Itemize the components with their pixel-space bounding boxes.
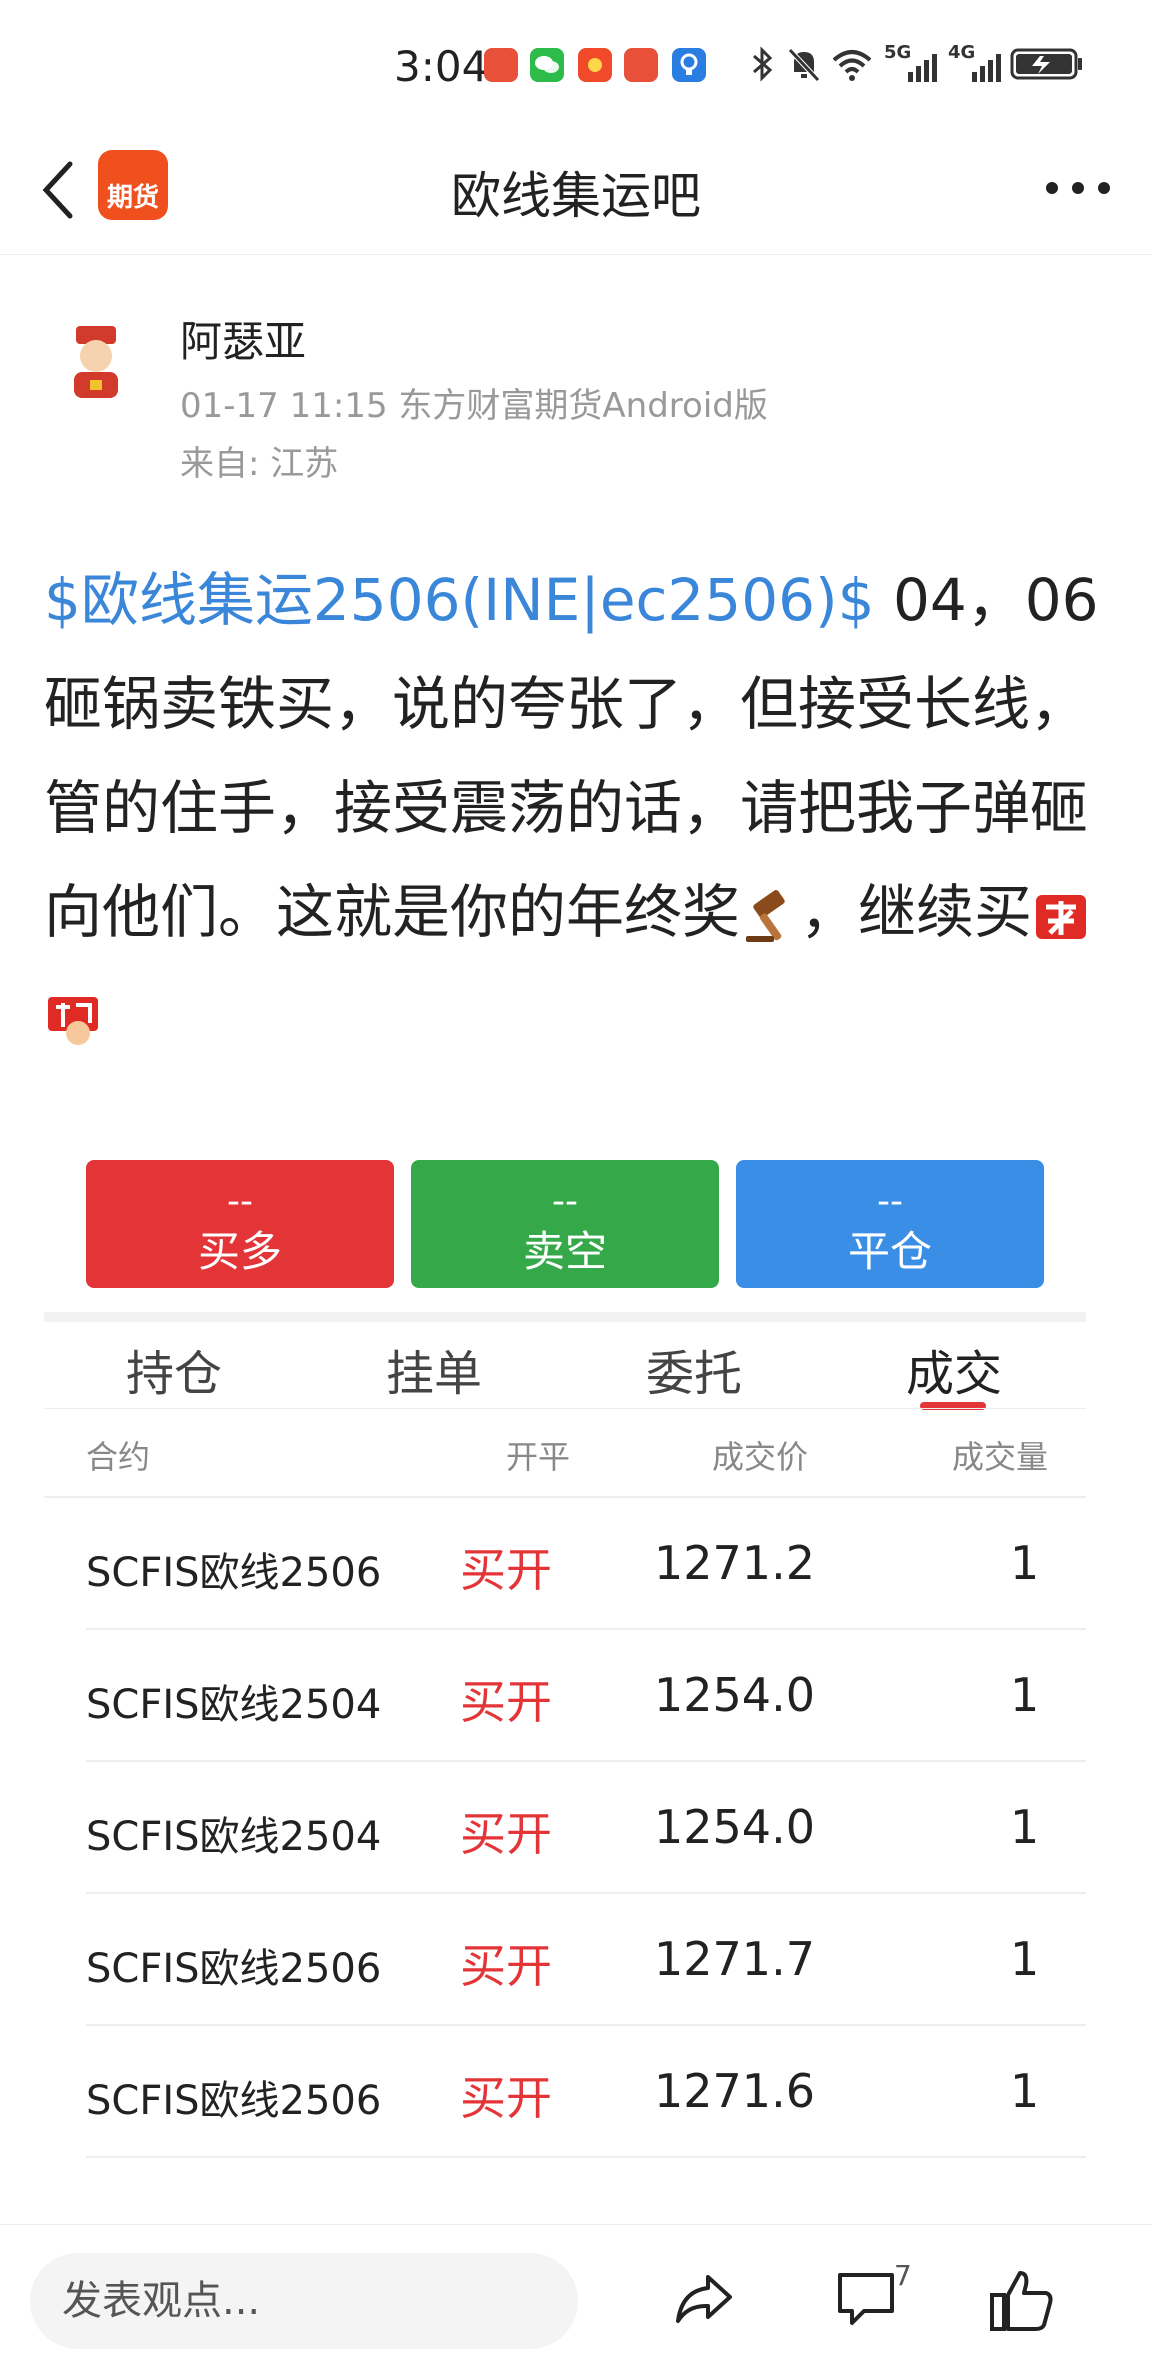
4g-signal-icon: 4G [948, 42, 1004, 86]
trade-contract: SCFIS欧线2506 [86, 1946, 382, 1992]
row-divider [86, 2156, 1086, 2158]
trade-open-close: 买开 [460, 1939, 552, 1993]
trade-price: 1254.0 [654, 1800, 815, 1854]
status-bar: 3:04 5G 4G [0, 0, 1152, 130]
trade-open-close: 买开 [460, 1543, 552, 1597]
trade-open-close: 买开 [460, 2071, 552, 2125]
column-header-contract: 合约 [86, 1438, 151, 1476]
page-title: 欧线集运吧 [451, 167, 701, 225]
mascot-app-icon [484, 48, 518, 82]
post-text-end: ，继续买 [800, 878, 1033, 946]
grab-sticker-icon [48, 996, 98, 1045]
trade-price: 1271.6 [654, 2064, 815, 2118]
logo-text: 期货 [106, 183, 159, 213]
trade-price: 1271.7 [654, 1932, 815, 1986]
table-row[interactable]: SCFIS欧线2506 买开 1271.6 1 [0, 2026, 1152, 2158]
share-icon[interactable] [672, 2267, 736, 2331]
table-row[interactable]: SCFIS欧线2504 买开 1254.0 1 [0, 1630, 1152, 1762]
tab-positions[interactable]: 持仓 [126, 1334, 222, 1404]
chevron-left-icon[interactable] [38, 158, 78, 222]
tab-orders[interactable]: 委托 [646, 1334, 742, 1404]
trade-open-close: 买开 [460, 1807, 552, 1861]
section-divider [44, 1312, 1086, 1322]
trade-open-close: 买开 [460, 1675, 552, 1729]
sell-label: 卖空 [522, 1227, 607, 1276]
futures-logo[interactable]: 期货 [98, 150, 168, 220]
column-header-quantity: 成交量 [952, 1438, 1049, 1476]
thumbs-up-icon[interactable] [988, 2267, 1054, 2333]
sell-short-button[interactable]: -- 卖空 [411, 1160, 719, 1288]
5g-signal-icon: 5G [884, 42, 940, 86]
column-header-open-close: 开平 [506, 1438, 571, 1476]
comment-icon[interactable] [834, 2267, 898, 2331]
tab-divider [44, 1408, 1086, 1409]
buy-long-button[interactable]: -- 买多 [86, 1160, 394, 1288]
stock-link[interactable]: $欧线集运2506(INE|ec2506)$ [44, 566, 875, 634]
battery-charging-icon [1010, 48, 1082, 80]
blue-app-icon [672, 48, 706, 82]
post-content: $欧线集运2506(INE|ec2506)$ 04，06砸锅卖铁买，说的夸张了，… [44, 548, 1114, 1068]
post-meta: 01-17 11:15 东方财富期货Android版 [180, 386, 768, 426]
trade-quantity: 1 [1010, 2064, 1040, 2118]
trade-contract: SCFIS欧线2504 [86, 1682, 382, 1728]
tab-trades[interactable]: 成交 [906, 1334, 1002, 1404]
wifi-icon [832, 50, 872, 81]
post-location: 来自: 江苏 [180, 444, 339, 484]
table-row[interactable]: SCFIS欧线2506 买开 1271.7 1 [0, 1894, 1152, 2026]
buy-label: 买多 [197, 1227, 282, 1276]
trade-quantity: 1 [1010, 1668, 1040, 1722]
table-row[interactable]: SCFIS欧线2504 买开 1254.0 1 [0, 1762, 1152, 1894]
gavel-icon [746, 889, 785, 942]
avatar[interactable] [56, 322, 136, 402]
close-price: -- [877, 1181, 903, 1222]
status-time: 3:04 [394, 42, 489, 91]
close-position-button[interactable]: -- 平仓 [736, 1160, 1044, 1288]
mute-icon [788, 48, 820, 82]
comment-input[interactable]: 发表观点... [30, 2253, 578, 2349]
buy-price: -- [227, 1181, 253, 1222]
sell-price: -- [552, 1181, 578, 1222]
trade-contract: SCFIS欧线2506 [86, 1550, 382, 1596]
trade-price: 1254.0 [654, 1668, 815, 1722]
trade-quantity: 1 [1010, 1800, 1040, 1854]
buy-sticker-icon [1036, 894, 1087, 939]
column-header-price: 成交价 [712, 1438, 809, 1476]
red-app-icon [578, 48, 612, 82]
close-label: 平仓 [847, 1227, 932, 1276]
author-name[interactable]: 阿瑟亚 [180, 308, 306, 369]
more-horizontal-icon[interactable] [1044, 180, 1112, 196]
trade-quantity: 1 [1010, 1932, 1040, 1986]
tab-pending-orders[interactable]: 挂单 [386, 1334, 482, 1404]
mascot-app-icon [624, 48, 658, 82]
trade-price: 1271.2 [654, 1536, 815, 1590]
bottom-action-bar: 发表观点... 7 [0, 2224, 1152, 2377]
bluetooth-icon [753, 46, 773, 82]
comment-count: 7 [894, 2259, 912, 2292]
trade-contract: SCFIS欧线2504 [86, 1814, 382, 1860]
trade-contract: SCFIS欧线2506 [86, 2078, 382, 2124]
table-row[interactable]: SCFIS欧线2506 买开 1271.2 1 [0, 1498, 1152, 1630]
header: 欧线集运吧 期货 [0, 130, 1152, 255]
wechat-icon [530, 48, 564, 82]
trade-quantity: 1 [1010, 1536, 1040, 1590]
